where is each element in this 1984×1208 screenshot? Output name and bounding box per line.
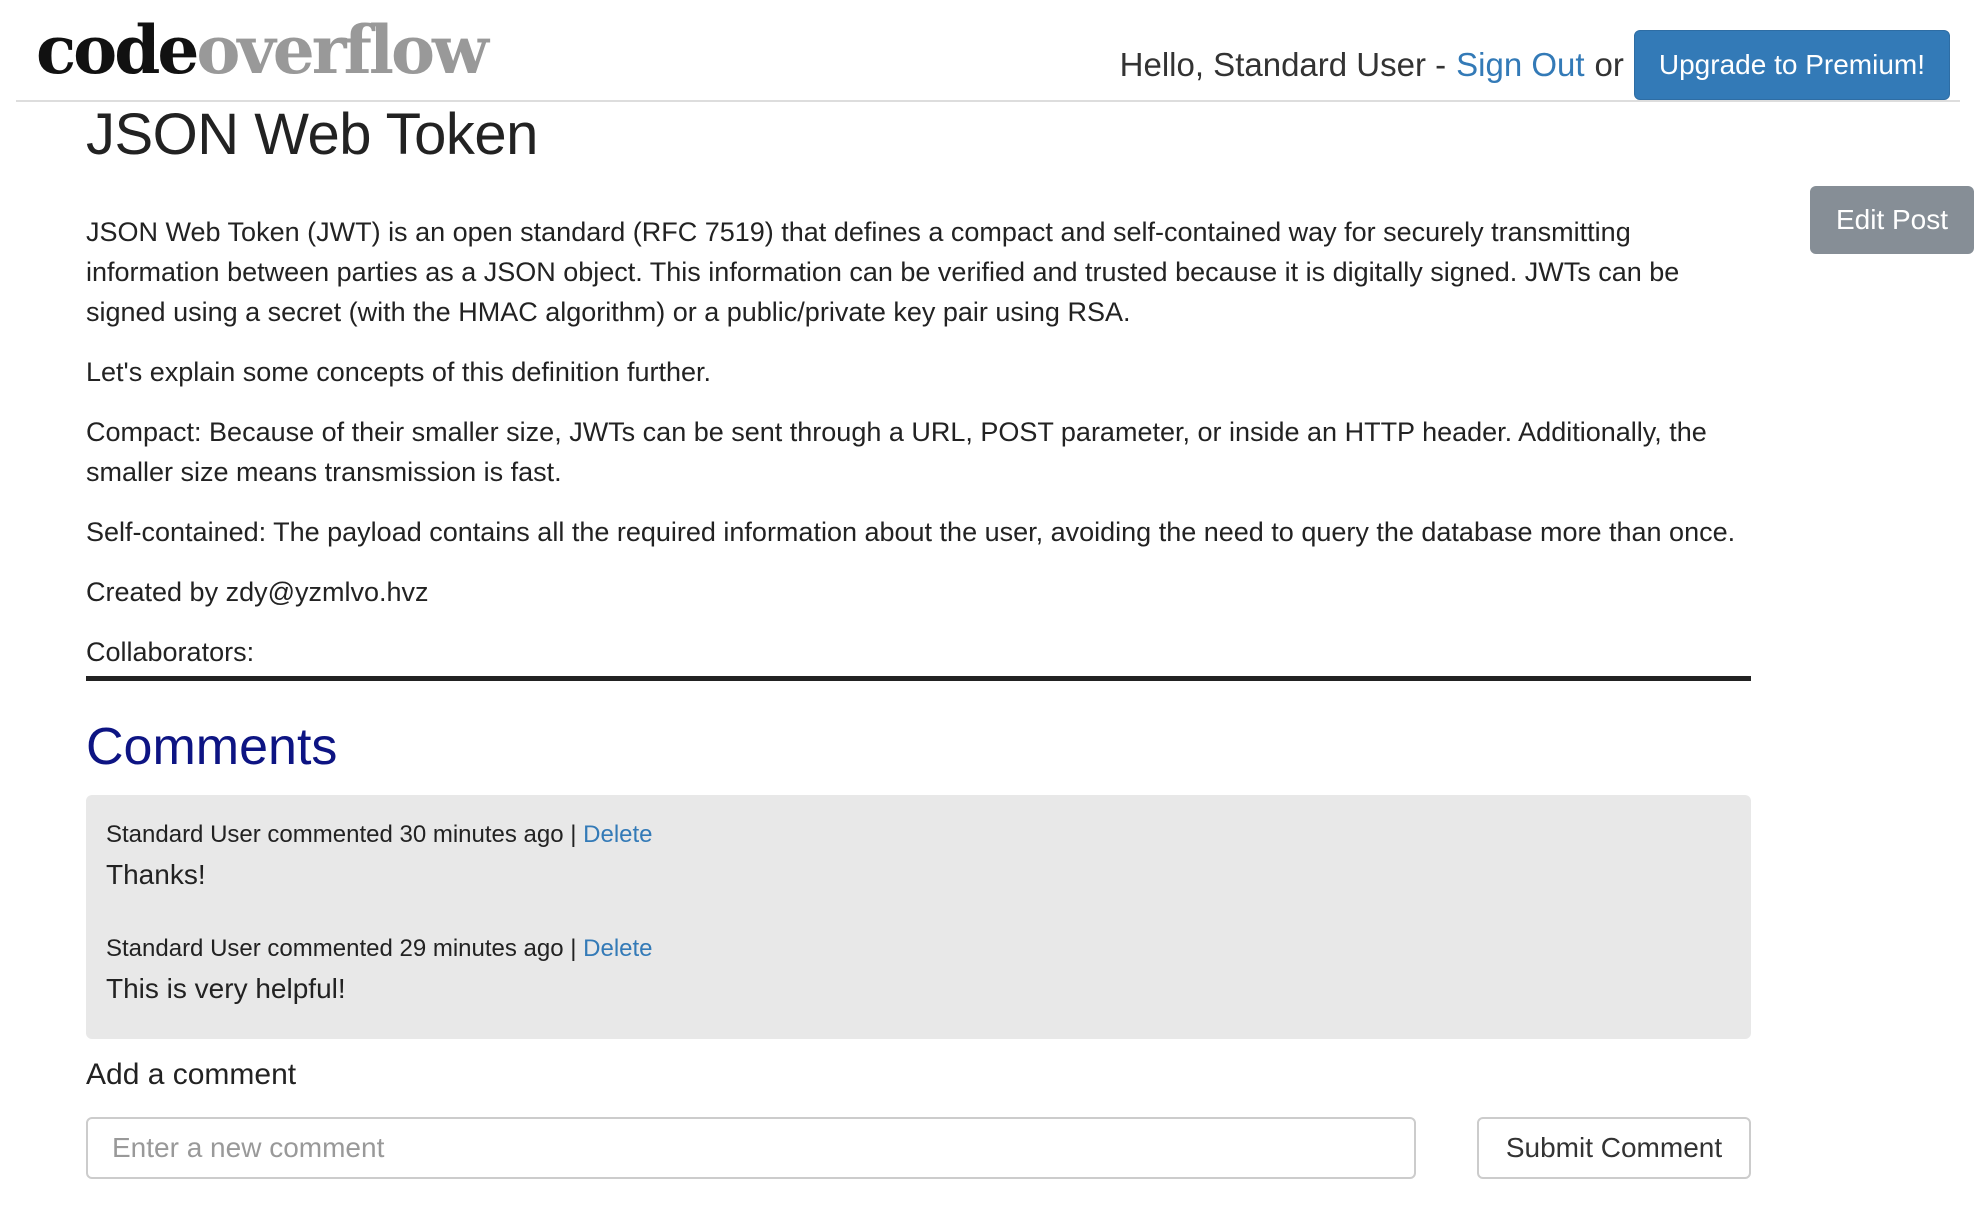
sign-out-link[interactable]: Sign Out <box>1456 46 1584 84</box>
brand-overflow-text: overflow <box>196 11 488 89</box>
created-by-text: Created by zdy@yzmlvo.hvz <box>86 577 429 607</box>
edit-post-button[interactable]: Edit Post <box>1810 186 1974 254</box>
post-title: JSON Web Token <box>86 102 538 167</box>
add-comment-row: Submit Comment <box>86 1117 1751 1197</box>
upgrade-premium-button[interactable]: Upgrade to Premium! <box>1633 30 1950 100</box>
comment-input[interactable] <box>86 1117 1416 1179</box>
add-comment-label: Add a comment <box>86 1058 297 1091</box>
comments-heading: Comments <box>86 718 338 776</box>
comment-meta: Standard User commented 29 minutes ago |… <box>106 933 1731 965</box>
comment-author-time: Standard User commented 29 minutes ago | <box>106 935 577 962</box>
submit-comment-button[interactable]: Submit Comment <box>1477 1117 1751 1179</box>
user-nav: Hello, Standard User - Sign Out or Upgra… <box>1120 30 1950 100</box>
delete-comment-link[interactable]: Delete <box>583 821 652 848</box>
comment-author-time: Standard User commented 30 minutes ago | <box>106 821 577 848</box>
post-paragraph: JSON Web Token (JWT) is an open standard… <box>86 217 1680 327</box>
post-paragraph: Let's explain some concepts of this defi… <box>86 357 712 387</box>
post-paragraph: Compact: Because of their smaller size, … <box>86 417 1707 487</box>
brand-code-text: code <box>36 11 199 89</box>
delete-comment-link[interactable]: Delete <box>583 935 652 962</box>
comment-item: Standard User commented 29 minutes ago |… <box>106 933 1731 1009</box>
greeting-text: Hello, Standard User - <box>1119 46 1447 83</box>
comment-body: This is very helpful! <box>106 973 346 1004</box>
brand-logo[interactable]: codeoverflow <box>36 8 489 92</box>
comments-list: Standard User commented 30 minutes ago |… <box>86 795 1751 1039</box>
comment-meta: Standard User commented 30 minutes ago |… <box>106 819 1731 851</box>
comment-body: Thanks! <box>106 859 206 890</box>
post-container: JSON Web Token JSON Web Token (JWT) is a… <box>86 98 1751 1197</box>
or-text: or <box>1594 46 1624 83</box>
top-navbar: codeoverflow Hello, Standard User - Sign… <box>16 0 1960 102</box>
section-divider <box>86 676 1751 681</box>
comment-item: Standard User commented 30 minutes ago |… <box>106 819 1731 895</box>
post-paragraph: Self-contained: The payload contains all… <box>86 517 1736 547</box>
collaborators-label: Collaborators: <box>86 637 255 667</box>
